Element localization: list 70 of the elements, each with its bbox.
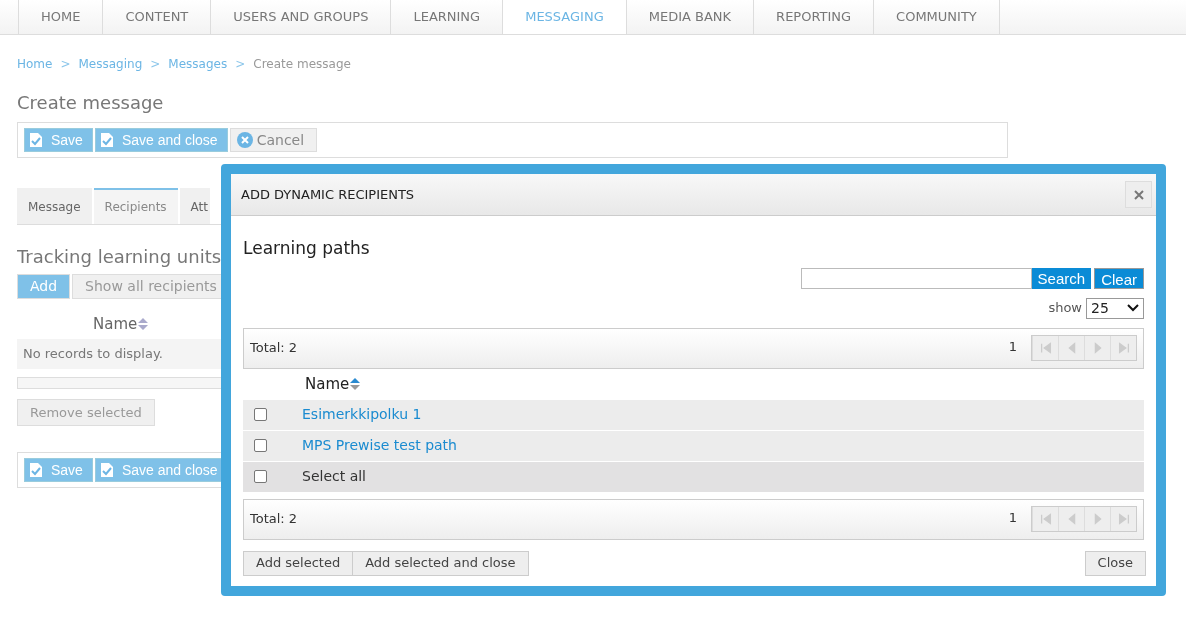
close-icon[interactable] [1125,181,1152,208]
nav-tab[interactable]: HOME [18,0,103,34]
page-number: 1 [1008,509,1017,528]
next-page-icon[interactable] [1084,507,1110,531]
save-button[interactable]: Save and close [94,128,228,152]
column-header[interactable]: Name [93,312,138,336]
document-check-icon [29,462,43,478]
show-all-button[interactable]: Show all recipients [72,274,223,299]
tab[interactable]: Message [17,188,92,224]
add-selected-button[interactable]: Add selected [244,551,353,575]
tab[interactable]: Recipients [93,188,178,224]
clear-button[interactable]: Clear [1094,267,1144,289]
dialog-title: ADD DYNAMIC RECIPIENTS [241,185,415,204]
breadcrumb-separator: > [150,56,161,73]
select-all-label[interactable]: Select all [302,466,366,487]
path-link[interactable]: Esimerkkipolku 1 [302,404,422,425]
search-button[interactable]: Search [1031,267,1092,289]
breadcrumb-current: Create message [253,56,351,73]
breadcrumb-separator: > [60,56,71,73]
breadcrumb-separator: > [235,56,246,73]
add-selected-and-close-button[interactable]: Add selected and close [352,551,528,575]
column-header[interactable]: Name [305,372,350,396]
chevron-down-icon [1127,304,1139,312]
sort-icon [350,378,361,390]
breadcrumb-link[interactable]: Messaging [78,55,143,73]
page-number: 1 [1008,338,1017,357]
last-page-icon[interactable] [1110,507,1136,531]
document-check-icon [99,132,114,148]
total-count: Total: 2 [250,339,298,358]
checkbox[interactable] [254,439,267,452]
page-size-dropdown[interactable]: 25 [1086,297,1144,319]
nav-tab[interactable]: MEDIA BANK [625,0,754,34]
select-all-row[interactable]: Select all [243,461,1144,492]
total-count: Total: 2 [250,510,298,529]
section-title: Tracking learning units [17,245,223,269]
last-page-icon[interactable] [1110,336,1136,360]
sort-icon [138,318,149,330]
table-row[interactable]: MPS Prewise test path [243,430,1144,461]
breadcrumb-link[interactable]: Messages [168,55,228,73]
search-field[interactable] [800,267,1032,289]
section-heading: Learning paths [243,237,371,260]
page-title: Create message [17,91,165,115]
save-button[interactable]: Save [24,458,93,482]
previous-page-icon[interactable] [1058,507,1084,531]
first-page-icon[interactable] [1032,336,1058,360]
save-button[interactable]: Save and close [94,458,223,482]
add-button[interactable]: Add [17,274,71,299]
path-link[interactable]: MPS Prewise test path [302,435,457,456]
save-button[interactable]: Save [24,128,93,152]
cancel-icon [236,132,253,148]
close-button[interactable]: Close [1084,550,1146,576]
nav-tab[interactable]: MESSAGING [502,0,626,34]
show-label: show [1048,299,1082,318]
nav-tab[interactable]: CONTENT [102,0,211,34]
first-page-icon[interactable] [1032,507,1058,531]
table-row[interactable]: Esimerkkipolku 1 [243,399,1144,430]
previous-page-icon[interactable] [1058,336,1084,360]
checkbox[interactable] [254,408,267,421]
nav-tab[interactable]: REPORTING [753,0,874,34]
nav-tab[interactable]: COMMUNITY [873,0,1000,34]
breadcrumb-link[interactable]: Home [17,55,53,73]
nav-tab[interactable]: USERS AND GROUPS [210,0,391,34]
cancel-button[interactable]: Cancel [229,128,318,152]
empty-message: No records to display. [17,339,223,369]
document-check-icon [99,462,114,478]
document-check-icon [29,132,43,148]
remove-selected-button[interactable]: Remove selected [17,399,155,426]
tab[interactable]: Att [179,188,211,224]
checkbox[interactable] [254,470,267,483]
next-page-icon[interactable] [1084,336,1110,360]
